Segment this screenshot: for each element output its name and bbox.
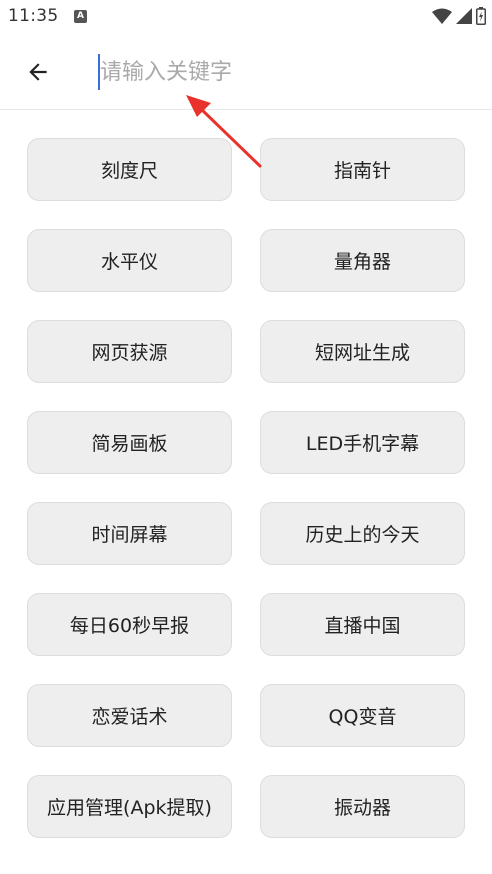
search-header (0, 34, 492, 110)
status-bar: 11:35 A (0, 0, 492, 34)
wifi-icon (432, 8, 452, 24)
tools-grid: 刻度尺 指南针 水平仪 量角器 网页获源 短网址生成 简易画板 LED手机字幕 … (27, 138, 465, 838)
tool-button-compass[interactable]: 指南针 (260, 138, 465, 201)
tool-button-short-url[interactable]: 短网址生成 (260, 320, 465, 383)
tool-button-protractor[interactable]: 量角器 (260, 229, 465, 292)
battery-icon (476, 7, 486, 25)
a-icon: A (74, 10, 87, 23)
arrow-left-icon (29, 63, 47, 81)
signal-icon (456, 8, 472, 24)
status-icons (432, 6, 486, 26)
tool-button-love-talk[interactable]: 恋爱话术 (27, 684, 232, 747)
tool-button-led-subtitle[interactable]: LED手机字幕 (260, 411, 465, 474)
tool-button-qq-voice[interactable]: QQ变音 (260, 684, 465, 747)
status-time: 11:35 (8, 6, 59, 26)
back-button[interactable] (18, 52, 58, 92)
search-input[interactable] (98, 54, 460, 90)
tool-button-ruler[interactable]: 刻度尺 (27, 138, 232, 201)
tool-button-history-today[interactable]: 历史上的今天 (260, 502, 465, 565)
tool-button-vibrator[interactable]: 振动器 (260, 775, 465, 838)
tool-button-webpage-source[interactable]: 网页获源 (27, 320, 232, 383)
tool-button-drawing-board[interactable]: 简易画板 (27, 411, 232, 474)
tool-button-live-china[interactable]: 直播中国 (260, 593, 465, 656)
tool-button-level[interactable]: 水平仪 (27, 229, 232, 292)
tool-button-daily-news[interactable]: 每日60秒早报 (27, 593, 232, 656)
tool-button-app-manager[interactable]: 应用管理(Apk提取) (27, 775, 232, 838)
tool-button-time-screen[interactable]: 时间屏幕 (27, 502, 232, 565)
